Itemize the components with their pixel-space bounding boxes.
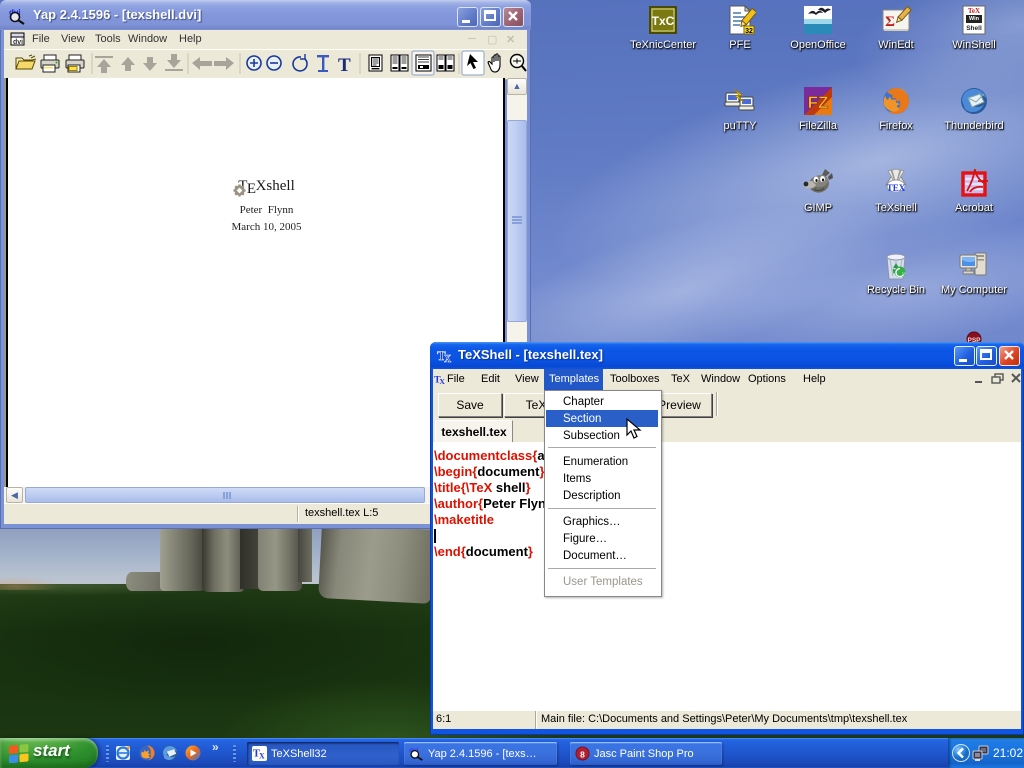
- svg-text:Shell: Shell: [966, 25, 982, 32]
- svg-text:X: X: [444, 354, 452, 364]
- svg-text:Win: Win: [969, 16, 980, 22]
- svg-text:Σ: Σ: [885, 14, 895, 30]
- svg-text:TeX: TeX: [968, 7, 980, 15]
- svg-text:TEX: TEX: [887, 183, 906, 193]
- svg-text:TxC: TxC: [652, 14, 675, 28]
- svg-text:FZ: FZ: [808, 93, 829, 112]
- svg-text:X: X: [259, 751, 265, 760]
- svg-text:X: X: [439, 377, 445, 386]
- svg-text:dvi: dvi: [13, 39, 23, 46]
- svg-text:T: T: [338, 55, 351, 76]
- svg-text:32: 32: [745, 28, 753, 35]
- svg-text:8: 8: [580, 749, 585, 759]
